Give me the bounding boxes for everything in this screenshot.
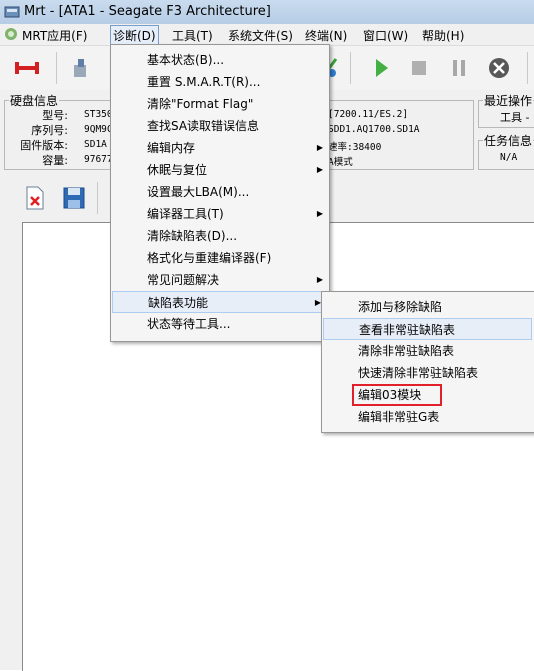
connect-icon[interactable] <box>12 53 42 83</box>
submenu-arrow-icon: ▶ <box>316 165 323 174</box>
serial-value: 9QM9C <box>84 124 113 135</box>
menu-tools[interactable]: 工具(T) <box>172 27 213 44</box>
recent-ops-legend: 最近操作 <box>484 94 533 108</box>
mode-value: A模式 <box>328 157 353 168</box>
task-info-legend: 任务信息 <box>484 134 533 148</box>
toolbar-separator <box>97 182 98 214</box>
toolbar-separator <box>56 52 57 84</box>
menu-diagnose[interactable]: 诊断(D) <box>110 25 159 46</box>
submenu-arrow-icon: ▶ <box>316 209 323 218</box>
menu-item-translator-tools[interactable]: 编译器工具(T) ▶ <box>111 203 329 225</box>
tool-icon[interactable] <box>66 53 96 83</box>
menu-item-defect-functions[interactable]: 缺陷表功能 ▶ <box>112 291 328 313</box>
toolbar-separator <box>527 52 528 84</box>
menu-item-clear-format-flag[interactable]: 清除"Format Flag" <box>111 93 329 115</box>
pause-icon[interactable] <box>444 53 474 83</box>
menu-system-files[interactable]: 系统文件(S) <box>228 27 293 44</box>
task-info-value: N/A <box>500 152 518 163</box>
save-icon[interactable] <box>62 186 86 210</box>
menu-item-clear-defect-list[interactable]: 清除缺陷表(D)... <box>111 225 329 247</box>
diagnose-menu: 基本状态(B)... 重置 S.M.A.R.T(R)... 清除"Format … <box>110 44 330 342</box>
menu-help[interactable]: 帮助(H) <box>422 27 464 44</box>
defect-functions-submenu: 添加与移除缺陷 查看非常驻缺陷表 清除非常驻缺陷表 快速清除非常驻缺陷表 编辑0… <box>321 291 534 433</box>
menu-item-format-rebuild-translator[interactable]: 格式化与重建编译器(F) <box>111 247 329 269</box>
window-title: Mrt - [ATA1 - Seagate F3 Architecture] <box>24 4 271 19</box>
submenu-arrow-icon: ▶ <box>316 143 323 152</box>
stop-icon[interactable] <box>404 53 434 83</box>
menu-terminal[interactable]: 终端(N) <box>305 27 347 44</box>
menu-bar: MRT应用(F) 诊断(D) 工具(T) 系统文件(S) 终端(N) 窗口(W)… <box>0 24 534 46</box>
cancel-icon[interactable] <box>484 53 514 83</box>
recent-ops-value: 工具 - <box>500 111 530 124</box>
menu-item-sleep-reset[interactable]: 休眠与复位 ▶ <box>111 159 329 181</box>
submenu-item-edit-nonresident-g-list[interactable]: 编辑非常驻G表 <box>322 406 534 428</box>
app-icon <box>4 6 20 18</box>
highlight-marker <box>352 384 442 406</box>
delete-file-icon[interactable] <box>24 186 46 210</box>
serial-label: 序列号: <box>31 124 68 137</box>
capacity-label: 容量: <box>42 154 68 167</box>
capacity-value: 97677 <box>84 154 113 165</box>
title-bar: Mrt - [ATA1 - Seagate F3 Architecture] <box>0 0 534 24</box>
task-info-group: 任务信息 <box>478 132 534 170</box>
menu-mrt-app[interactable]: MRT应用(F) <box>22 27 87 44</box>
play-icon[interactable] <box>366 53 396 83</box>
menu-item-basic-status[interactable]: 基本状态(B)... <box>111 49 329 71</box>
menu-item-reset-smart[interactable]: 重置 S.M.A.R.T(R)... <box>111 71 329 93</box>
menu-item-find-sa-errors[interactable]: 查找SA读取错误信息 <box>111 115 329 137</box>
submenu-item-view-nonresident-defects[interactable]: 查看非常驻缺陷表 <box>323 318 532 340</box>
menu-item-edit-memory[interactable]: 编辑内存 ▶ <box>111 137 329 159</box>
toolbar-separator <box>350 52 351 84</box>
firmware-value: SD1A <box>84 139 107 150</box>
left-strip <box>0 222 22 670</box>
submenu-item-quick-clear-nonresident-defects[interactable]: 快速清除非常驻缺陷表 <box>322 362 534 384</box>
submenu-arrow-icon: ▶ <box>316 275 323 284</box>
menu-item-status-wait-tool[interactable]: 状态等待工具... <box>111 313 329 335</box>
firmware-full-value: SDD1.AQ1700.SD1A <box>328 124 420 135</box>
menu-window[interactable]: 窗口(W) <box>363 27 408 44</box>
baud-rate-value: 速率:38400 <box>328 142 382 153</box>
menu-item-common-problems[interactable]: 常见问题解决 ▶ <box>111 269 329 291</box>
family-value: [7200.11/ES.2] <box>328 109 409 120</box>
model-value: ST350 <box>84 109 113 120</box>
submenu-item-clear-nonresident-defects[interactable]: 清除非常驻缺陷表 <box>322 340 534 362</box>
submenu-item-add-remove-defects[interactable]: 添加与移除缺陷 <box>322 296 534 318</box>
mrt-app-icon <box>5 28 17 40</box>
model-label: 型号: <box>42 109 68 122</box>
firmware-label: 固件版本: <box>20 139 68 152</box>
menu-item-set-max-lba[interactable]: 设置最大LBA(M)... <box>111 181 329 203</box>
